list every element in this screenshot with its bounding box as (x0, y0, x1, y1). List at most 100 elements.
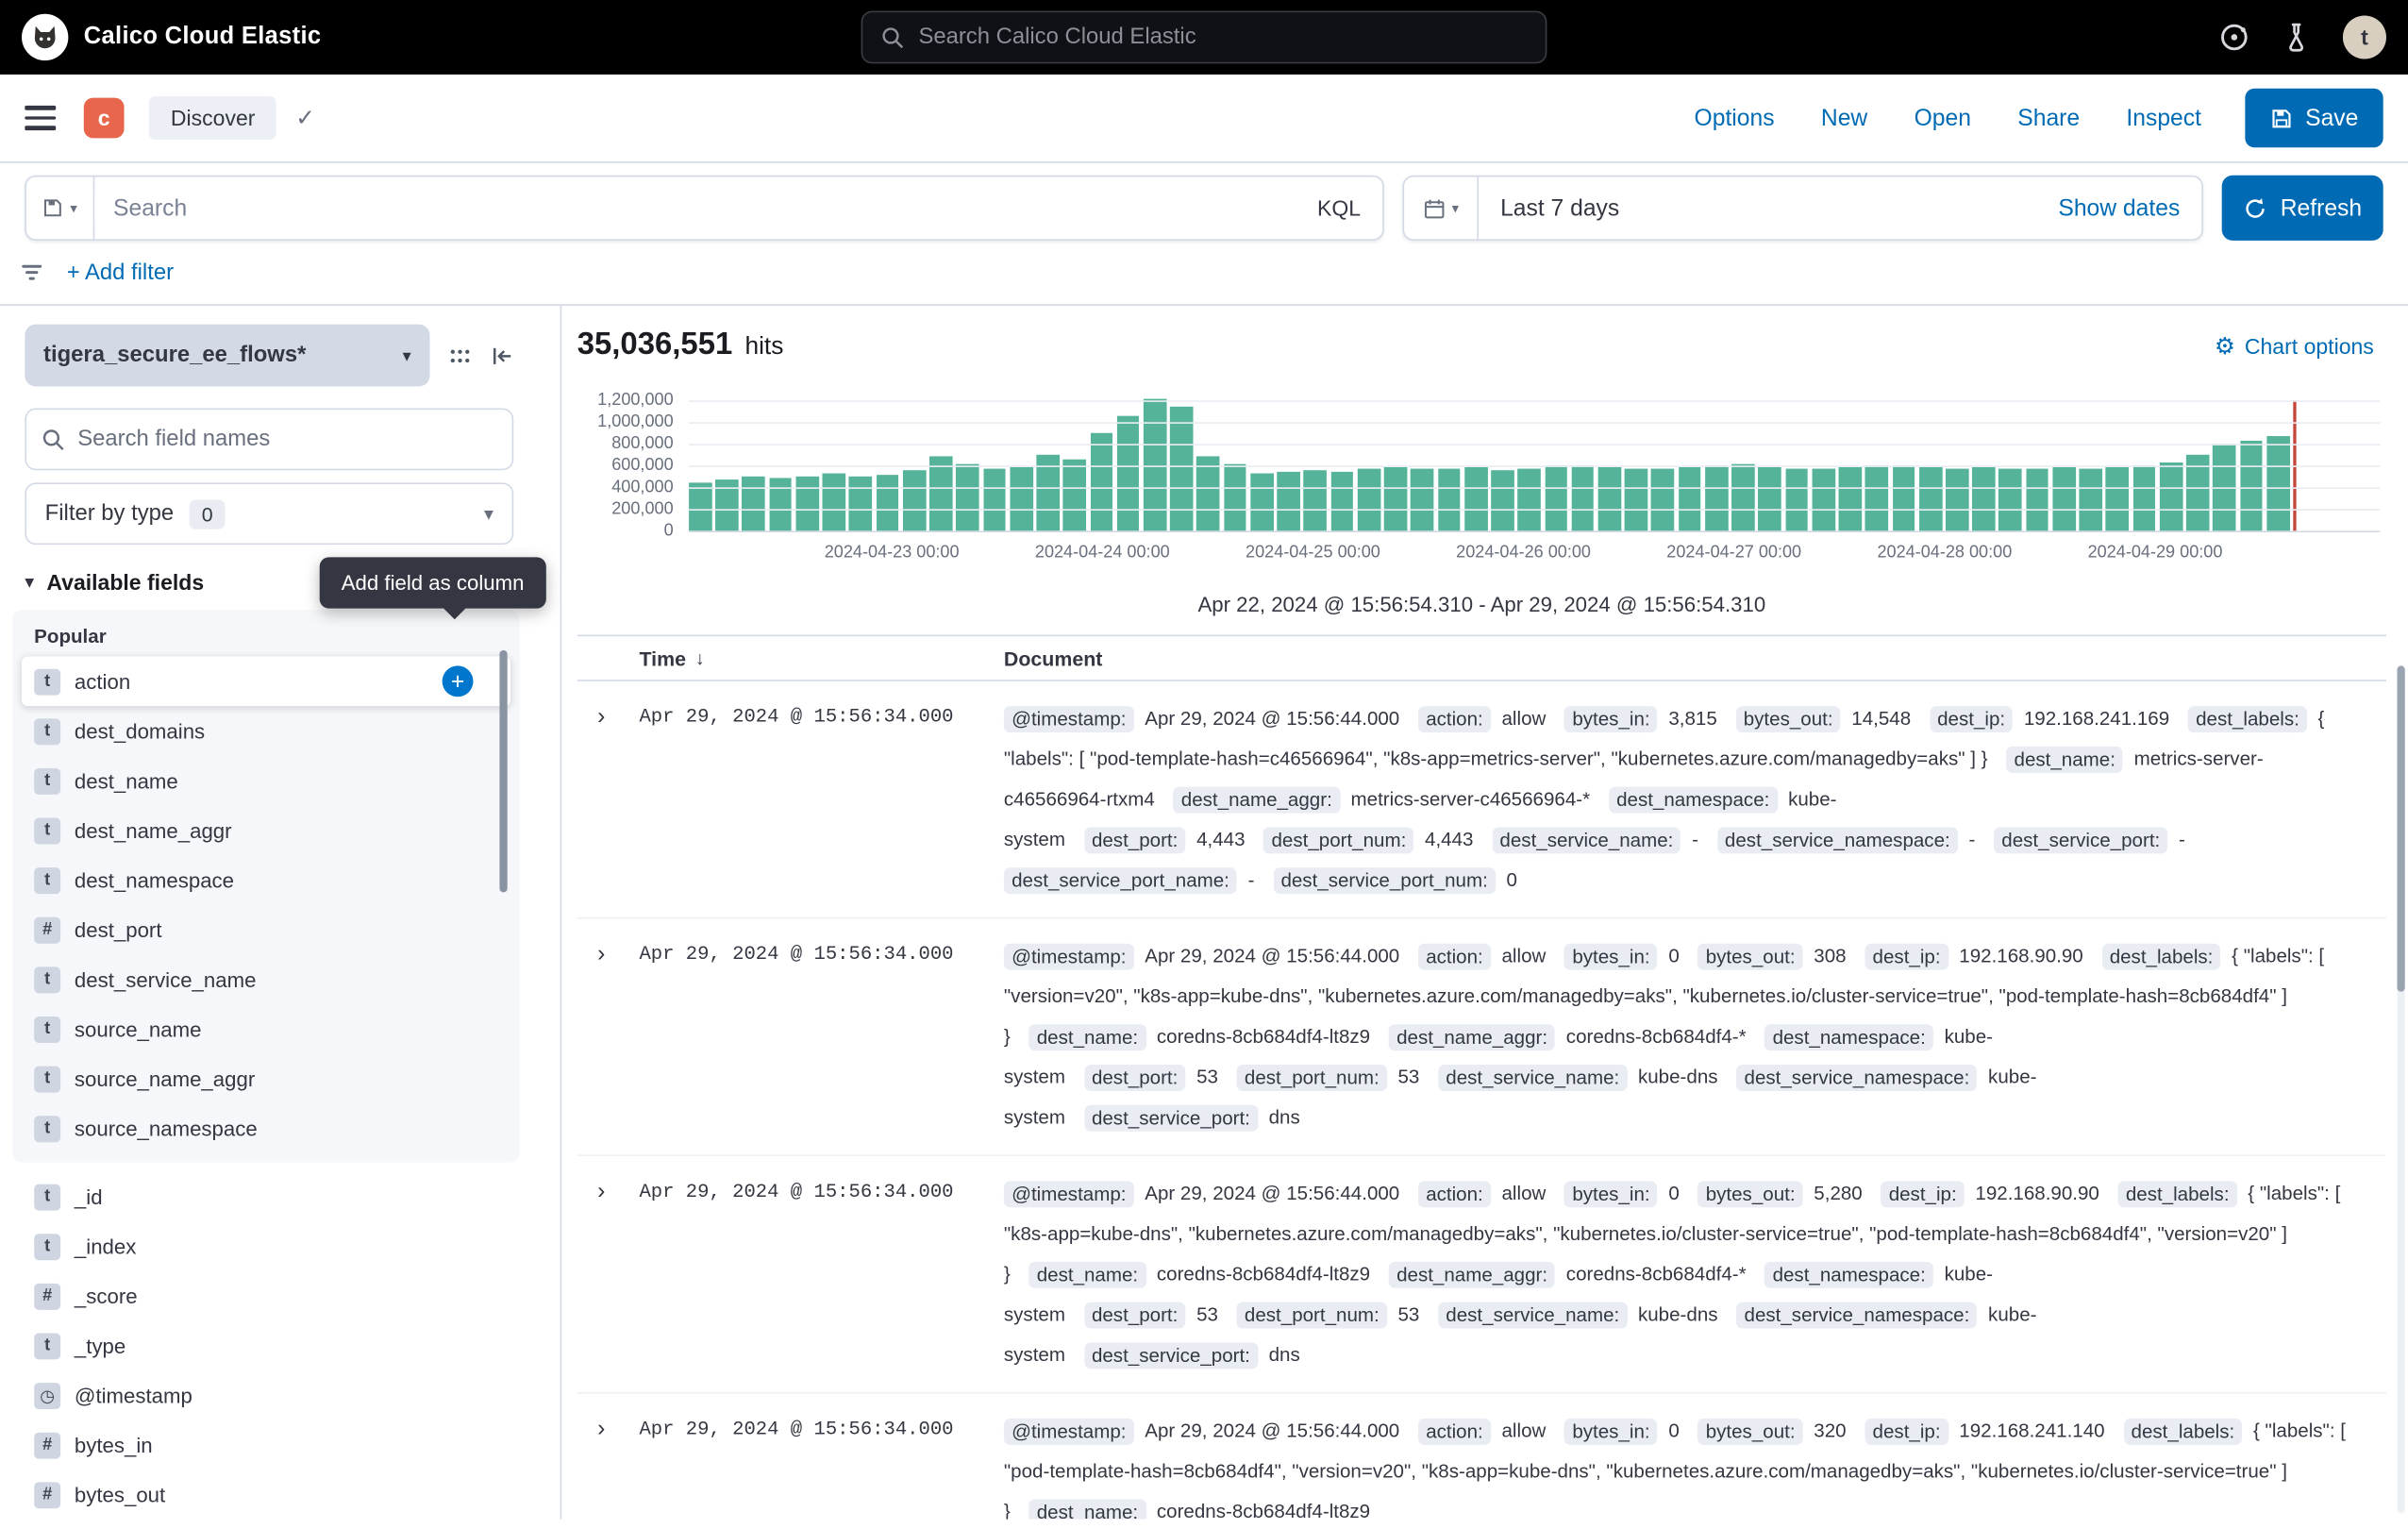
breadcrumb[interactable]: Discover (149, 96, 277, 140)
filter-count-badge: 0 (190, 499, 226, 529)
field-item-dest_domains[interactable]: tdest_domains (22, 706, 510, 756)
time-column-header[interactable]: Time ↓ (639, 647, 1003, 670)
refresh-button[interactable]: Refresh (2222, 176, 2383, 241)
histogram-bar (2132, 465, 2155, 531)
expand-row-button[interactable]: › (577, 1412, 640, 1519)
expand-row-button[interactable]: › (577, 1175, 640, 1377)
sidebar-scrollbar[interactable] (499, 650, 507, 893)
field-badge: dest_name_aggr: (1389, 1261, 1555, 1287)
labs-flask-icon[interactable] (2281, 22, 2312, 53)
date-picker-menu-button[interactable]: ▾ (1404, 176, 1479, 239)
global-search-input[interactable] (918, 25, 1527, 49)
field-item-_type[interactable]: t_type (22, 1320, 510, 1370)
toolbar-link-inspect[interactable]: Inspect (2126, 105, 2201, 131)
toolbar-link-open[interactable]: Open (1915, 105, 1971, 131)
query-search-input[interactable] (94, 194, 1296, 221)
field-item-@timestamp[interactable]: ◷@timestamp (22, 1370, 510, 1420)
field-value: allow (1502, 1183, 1547, 1204)
histogram-bar (1464, 467, 1487, 530)
grid-dots-icon[interactable] (448, 344, 472, 367)
filter-by-type-button[interactable]: Filter by type 0 ▾ (25, 482, 513, 545)
toolbar-link-options[interactable]: Options (1695, 105, 1775, 131)
field-item-dest_port[interactable]: #dest_port (22, 905, 510, 955)
field-item-bytes_out[interactable]: #bytes_out (22, 1470, 510, 1520)
histogram-bar (1972, 467, 1995, 530)
field-item-source_namespace[interactable]: tsource_namespace (22, 1103, 510, 1153)
field-item-_index[interactable]: t_index (22, 1221, 510, 1271)
field-value: 0 (1507, 869, 1517, 891)
global-search[interactable] (861, 11, 1547, 64)
refresh-icon (2243, 196, 2266, 220)
document-column-header: Document (1004, 647, 2386, 670)
field-item-source_name_aggr[interactable]: tsource_name_aggr (22, 1054, 510, 1104)
field-value: kube-dns (1638, 1303, 1718, 1325)
field-badge: dest_port: (1084, 827, 1186, 853)
field-item-dest_namespace[interactable]: tdest_namespace (22, 855, 510, 905)
filter-icon[interactable] (19, 260, 45, 286)
show-dates-link[interactable]: Show dates (2058, 194, 2201, 221)
table-row: ›Apr 29, 2024 @ 15:56:34.000@timestamp:A… (577, 1156, 2386, 1394)
index-pattern-selector[interactable]: tigera_secure_ee_flows* ▾ (25, 325, 429, 387)
field-value: - (2179, 829, 2185, 850)
cluster-icon[interactable] (2218, 22, 2249, 53)
time-range-value[interactable]: Last 7 days (1479, 194, 1641, 221)
histogram-bar (1330, 471, 1353, 530)
user-avatar[interactable]: t (2343, 15, 2386, 59)
field-name: dest_name_aggr (75, 818, 232, 842)
field-value: Apr 29, 2024 @ 15:56:44.000 (1145, 1420, 1399, 1442)
collapse-sidebar-icon[interactable] (491, 344, 514, 367)
field-item-dest_service_name[interactable]: tdest_service_name (22, 954, 510, 1004)
field-item-_score[interactable]: #_score (22, 1271, 510, 1321)
field-item-_id[interactable]: t_id (22, 1171, 510, 1221)
chart-options-button[interactable]: ⚙ Chart options (2215, 332, 2374, 361)
plot-area[interactable]: 2024-04-23 00:002024-04-24 00:002024-04-… (689, 400, 2380, 530)
add-filter-link[interactable]: + Add filter (67, 260, 174, 284)
field-badge: dest_service_namespace: (1717, 827, 1958, 853)
menu-icon[interactable] (25, 106, 56, 129)
t-field-type-icon: t (34, 1115, 60, 1141)
field-name: _id (75, 1185, 103, 1208)
x-axis-tick-label: 2024-04-28 00:00 (1877, 544, 2012, 563)
t-field-type-icon: t (34, 866, 60, 893)
table-scrollbar[interactable] (2397, 665, 2404, 1513)
field-item-action[interactable]: taction+ (22, 657, 510, 707)
toolbar-links: Options New Open Share Inspect (1695, 105, 2201, 131)
field-badge: action: (1418, 705, 1491, 731)
table-row: ›Apr 29, 2024 @ 15:56:34.000@timestamp:A… (577, 918, 2386, 1156)
gridline (689, 530, 2380, 532)
toolbar-link-new[interactable]: New (1821, 105, 1867, 131)
field-item-source_name[interactable]: tsource_name (22, 1004, 510, 1054)
saved-query-menu-button[interactable]: ▾ (26, 176, 94, 239)
field-badge: dest_labels: (2188, 705, 2307, 731)
histogram-bar (849, 476, 872, 530)
expand-row-button[interactable]: › (577, 937, 640, 1139)
toolbar-link-share[interactable]: Share (2017, 105, 2080, 131)
field-badge: bytes_out: (1697, 1181, 1802, 1207)
save-button[interactable]: Save (2245, 89, 2383, 147)
calico-logo[interactable] (22, 14, 68, 60)
field-badge: action: (1418, 1418, 1491, 1444)
field-item-dest_name_aggr[interactable]: tdest_name_aggr (22, 805, 510, 855)
field-badge: @timestamp: (1004, 705, 1134, 731)
expand-row-button[interactable]: › (577, 700, 640, 902)
field-search-input[interactable] (77, 427, 496, 451)
field-value: - (1248, 869, 1255, 891)
field-value: metrics-server-c46566964-* (1351, 788, 1591, 810)
field-badge: dest_ip: (1865, 1418, 1948, 1444)
saved-query-icon (42, 197, 64, 219)
field-list: t_idt_index#_scoret_type◷@timestamp#byte… (12, 1171, 520, 1519)
popular-field-list: taction+tdest_domainstdest_nametdest_nam… (22, 657, 510, 1153)
histogram-bar (1491, 470, 1513, 530)
query-language-button[interactable]: KQL (1296, 195, 1382, 220)
histogram-bar (1170, 406, 1193, 530)
add-field-as-column-button[interactable]: + (443, 665, 474, 697)
date-field-type-icon: ◷ (34, 1382, 60, 1408)
t-field-type-icon: t (34, 767, 60, 794)
field-item-bytes_in[interactable]: #bytes_in (22, 1420, 510, 1470)
histogram-bar (956, 464, 978, 530)
chevron-down-icon: ▾ (70, 199, 76, 216)
field-badge: dest_labels: (2101, 943, 2220, 969)
space-badge[interactable]: c (84, 98, 125, 139)
field-item-dest_name[interactable]: tdest_name (22, 756, 510, 806)
field-name: dest_port (75, 918, 162, 942)
